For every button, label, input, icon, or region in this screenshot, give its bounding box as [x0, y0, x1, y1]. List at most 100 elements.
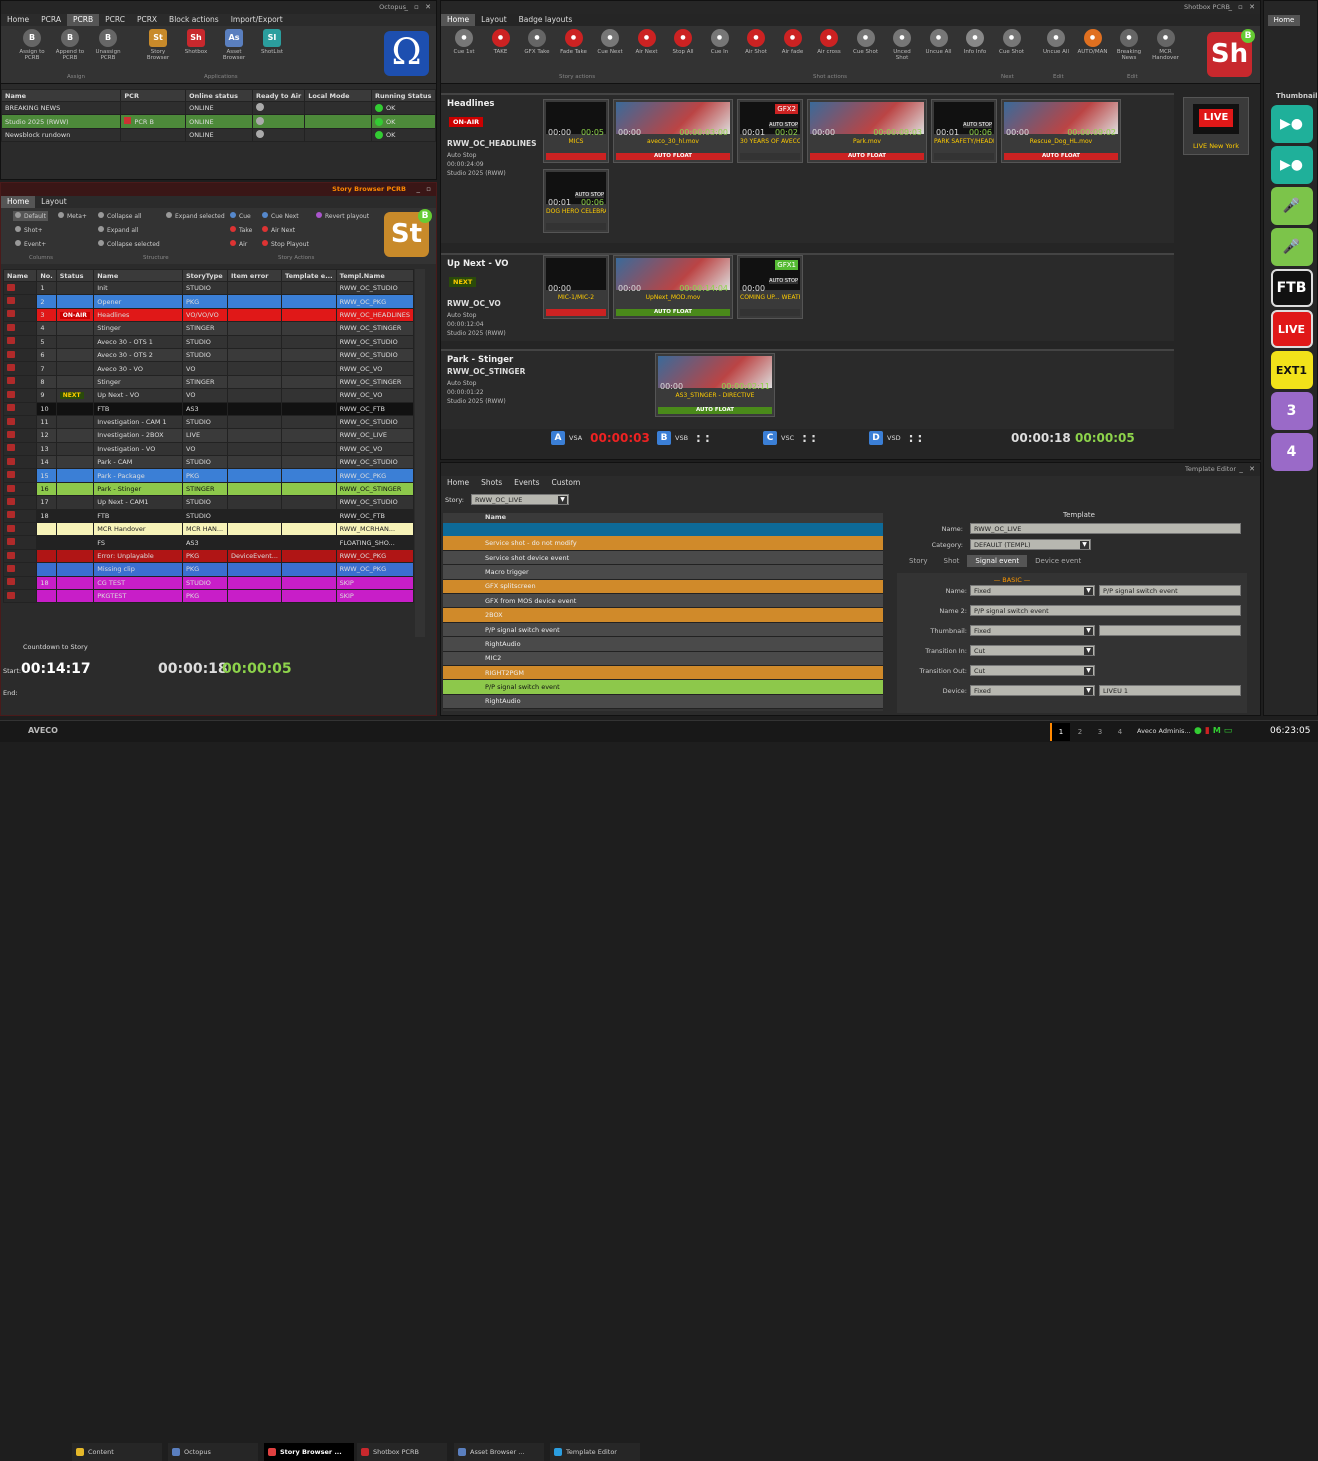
air-next-button[interactable]: ● Air Next: [632, 29, 662, 55]
menu-pcra[interactable]: PCRA: [35, 14, 67, 26]
field-value-2[interactable]: P/P signal switch event: [1099, 585, 1241, 596]
tab-home[interactable]: Home: [441, 14, 476, 26]
default-action[interactable]: Default: [13, 211, 48, 221]
thumbnail-ftb[interactable]: FTB: [1270, 269, 1313, 307]
tab-home[interactable]: Home: [441, 477, 475, 489]
info-info-button[interactable]: ● Info Info: [960, 29, 990, 55]
menu-import-export[interactable]: Import/Export: [225, 14, 289, 26]
collapse-all-action[interactable]: Collapse all: [96, 211, 143, 221]
story-row[interactable]: 18 CG TEST STUDIO SKIP: [3, 575, 414, 590]
fade-take-button[interactable]: ● Fade Take: [559, 29, 589, 55]
shot-mic[interactable]: 00:00 00:05 MICS: [543, 99, 609, 163]
menu-pcrb[interactable]: PCRB: [66, 14, 100, 26]
taskbar-octopus[interactable]: Octopus: [168, 1443, 258, 1461]
menu-home[interactable]: Home: [1, 14, 35, 26]
tree-row[interactable]: Service shot - do not modify: [443, 536, 883, 551]
story-row[interactable]: 15 Park - Package PKG RWW_OC_PKG: [3, 468, 414, 483]
story-row[interactable]: 3 ON-AIR Headlines VO/VO/VO RWW_OC_HEADLINES: [3, 307, 414, 323]
assign-to-pcrb-button[interactable]: B Assign to PCRB: [17, 29, 47, 61]
asset-browser-button[interactable]: As Asset Browser: [219, 29, 249, 61]
table-row[interactable]: BREAKING NEWS ONLINE OK: [0, 100, 437, 116]
tree-row[interactable]: RightAudio: [443, 694, 883, 710]
unced-shot-button[interactable]: ● Unced Shot: [887, 29, 917, 61]
shot-vo[interactable]: 00:00 00:00:14:04 UpNext_MOD.mov AUTO FLOAT: [613, 255, 733, 319]
taskbar-template-editor[interactable]: Template Editor: [550, 1443, 640, 1461]
tab-home[interactable]: Home: [1, 196, 36, 208]
tab-custom[interactable]: Custom: [546, 477, 587, 489]
tree-row[interactable]: RIGHT2PGM: [443, 665, 883, 681]
story-scrollbar[interactable]: [415, 269, 425, 637]
shot--action[interactable]: Shot+: [13, 225, 45, 235]
tree-row[interactable]: P/P signal switch event: [443, 622, 883, 638]
menu-pcrx[interactable]: PCRX: [131, 14, 163, 26]
story-row[interactable]: 1 Init STUDIO RWW_OC_STUDIO: [3, 280, 414, 296]
page-2[interactable]: 2: [1070, 723, 1090, 741]
subtab-shot[interactable]: Shot: [936, 555, 968, 567]
thumbnail-3[interactable]: 3: [1270, 392, 1313, 430]
live-shot[interactable]: LIVE LIVE New York: [1183, 97, 1249, 155]
table-row[interactable]: Studio 2025 (RWW) PCR B ONLINE OK: [0, 114, 437, 129]
story-browser-button[interactable]: St Story Browser: [143, 29, 173, 61]
window-controls[interactable]: _ ▫ ✕: [404, 1, 433, 14]
story-row[interactable]: 5 Aveco 30 - OTS 1 STUDIO RWW_OC_STUDIO: [3, 334, 414, 349]
story-row[interactable]: 17 Up Next - CAM1 STUDIO RWW_OC_STUDIO: [3, 495, 414, 510]
column-header[interactable]: StoryType: [181, 269, 228, 282]
take-action[interactable]: Take: [228, 225, 254, 235]
thumbnail-live[interactable]: LIVE: [1270, 310, 1313, 348]
chevron-down-icon[interactable]: ▼: [1084, 587, 1093, 595]
column-header[interactable]: Name: [3, 269, 38, 282]
tab-layout[interactable]: Layout: [475, 14, 513, 26]
tab-layout[interactable]: Layout: [35, 196, 73, 208]
take-button[interactable]: ● TAKE: [486, 29, 516, 55]
page-1[interactable]: 1: [1050, 723, 1070, 741]
subtab-device-event[interactable]: Device event: [1027, 555, 1089, 567]
column-header[interactable]: PCR: [120, 89, 187, 102]
thumbnail-mic1[interactable]: 🎤: [1270, 187, 1313, 225]
tab-events[interactable]: Events: [508, 477, 545, 489]
field-value-2[interactable]: [1099, 625, 1241, 636]
story-row[interactable]: 4 Stinger STINGER RWW_OC_STINGER: [3, 321, 414, 336]
story-row[interactable]: 2 Opener PKG RWW_OC_PKG: [3, 294, 414, 309]
stop-all-button[interactable]: ● Stop All: [668, 29, 698, 55]
taskbar-story-browser-[interactable]: Story Browser ...: [264, 1443, 354, 1461]
expand-selected-action[interactable]: Expand selected: [164, 211, 227, 221]
cue-1st-button[interactable]: ● Cue 1st: [449, 29, 479, 55]
story-row[interactable]: 7 Aveco 30 - VO VO RWW_OC_VO: [3, 361, 414, 376]
field-value[interactable]: Cut ▼: [970, 665, 1095, 676]
air-fade-button[interactable]: ● Air fade: [778, 29, 808, 55]
cue-shot-button[interactable]: ● Cue Shot: [851, 29, 881, 55]
stop-playout-action[interactable]: Stop Playout: [260, 239, 311, 249]
channel-a[interactable]: A VSA 00:00:03: [551, 431, 650, 445]
tree-row[interactable]: GFX splitscreen: [443, 579, 883, 595]
tree-row[interactable]: Service shot device event: [443, 550, 883, 566]
thumbnail-4[interactable]: 4: [1270, 433, 1313, 471]
story-select[interactable]: RWW_OC_LIVE ▼: [471, 494, 569, 505]
unassign-pcrb-button[interactable]: B Unassign PCRB: [93, 29, 123, 61]
thumbnail-ext1[interactable]: EXT1: [1270, 351, 1313, 389]
shot-gfx[interactable]: AUTO STOP00:0100:06DOG HERO CELEBRATED: [543, 169, 609, 233]
uncue-all-button[interactable]: ● Uncue All: [1041, 29, 1071, 55]
shot-mic[interactable]: 00:00 MIC-1/MIC-2: [543, 255, 609, 319]
tab-shots[interactable]: Shots: [475, 477, 508, 489]
user-name[interactable]: Aveco Adminis...: [1137, 727, 1191, 735]
story-block[interactable]: Park - Stinger RWW_OC_STINGER Auto Stop 00:…: [441, 349, 1174, 429]
column-header[interactable]: Template e...: [281, 269, 337, 282]
subtab-signal-event[interactable]: Signal event: [967, 555, 1028, 567]
shot-vo[interactable]: 00:00 00:00:09:02 Rescue_Dog_HL.mov AUTO FL…: [1001, 99, 1121, 163]
shot-gfx[interactable]: AUTO STOP GFX2 00:01 00:02 30 YEARS OF AVECO: [737, 99, 803, 163]
air-action[interactable]: Air: [228, 239, 249, 249]
shot-vo[interactable]: 00:00 00:00:02:11 AS3_STINGER - DIRECTIVE A…: [655, 353, 775, 417]
tree-row[interactable]: RightAudio: [443, 636, 883, 652]
story-row[interactable]: 8 Stinger STINGER RWW_OC_STINGER: [3, 374, 414, 390]
shot-gfx[interactable]: AUTO STOP GFX1 00:00COMING UP... WEATHER: [737, 255, 803, 319]
chevron-down-icon[interactable]: ▼: [1084, 667, 1093, 675]
taskbar-shotbox-pcrb[interactable]: Shotbox PCRB: [357, 1443, 447, 1461]
window-controls[interactable]: _ ▫: [417, 183, 433, 196]
column-header[interactable]: Local Mode: [304, 89, 372, 102]
page-4[interactable]: 4: [1110, 723, 1130, 741]
column-header[interactable]: Name: [0, 89, 122, 102]
gfx-take-button[interactable]: ● GFX Take: [522, 29, 552, 55]
cue-action[interactable]: Cue: [228, 211, 253, 221]
mcr-handover-button[interactable]: ● MCR Handover: [1151, 29, 1181, 61]
story-row[interactable]: PKGTEST PKG SKIP: [3, 588, 414, 604]
